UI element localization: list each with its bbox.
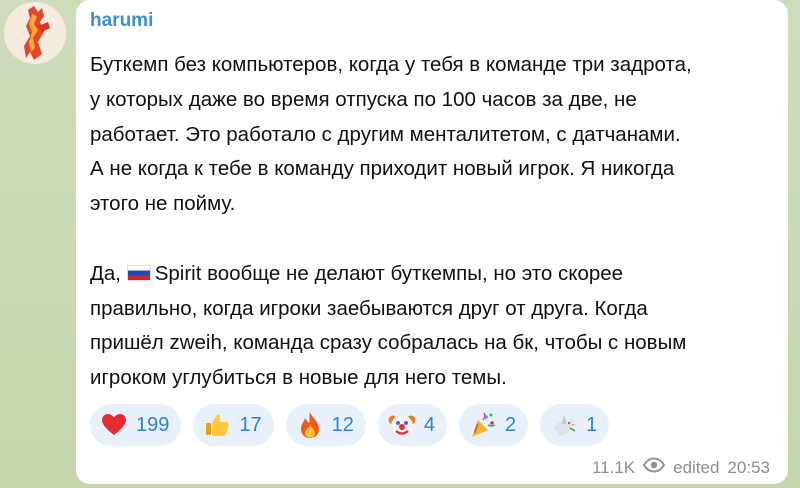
message-line: работает. Это работало с другим менталит… xyxy=(90,122,681,146)
reaction-count: 199 xyxy=(136,413,170,436)
message-meta: 11.1K edited 20:53 xyxy=(592,457,770,478)
sender-name[interactable]: harumi xyxy=(90,10,153,32)
message-line: у которых даже во время отпуска по 100 ч… xyxy=(90,87,637,111)
reaction-count: 2 xyxy=(505,413,517,436)
reaction-count: 1 xyxy=(586,413,598,436)
message-line-rest: Spirit вообще не делают буткемпы, но это… xyxy=(154,261,624,285)
reaction-party-popper[interactable]: 2 xyxy=(459,404,529,446)
reaction-fire[interactable]: 12 xyxy=(285,404,366,446)
eye-icon xyxy=(643,457,666,478)
message-line: Буткемп без компьютеров, когда у тебя в … xyxy=(90,53,692,76)
message-text: Буткемп без компьютеров, когда у тебя в … xyxy=(90,48,780,396)
avatar-image xyxy=(4,2,66,64)
message-line: правильно, когда игроки заебываются друг… xyxy=(90,296,648,320)
reaction-count: 12 xyxy=(331,413,354,436)
edited-label: edited xyxy=(673,457,720,477)
reaction-clown[interactable]: 4 xyxy=(377,404,447,446)
message-line: этого не пойму. xyxy=(90,192,236,216)
reaction-dove[interactable]: 1 xyxy=(540,404,610,446)
message-bubble[interactable]: harumi Буткемп без компьютеров, когда у … xyxy=(76,0,788,484)
message-line: А не когда к тебе в команду приходит нов… xyxy=(90,157,675,181)
reactions-bar: 199 17 12 4 2 1 xyxy=(90,404,610,446)
party-popper-icon xyxy=(469,411,497,439)
views-count: 11.1K xyxy=(591,457,636,477)
reaction-thumbs-up[interactable]: 17 xyxy=(193,404,274,446)
fire-icon xyxy=(296,411,324,439)
heart-icon xyxy=(100,411,128,439)
reaction-heart[interactable]: 199 xyxy=(90,404,182,446)
russia-flag-icon xyxy=(126,264,151,281)
avatar[interactable] xyxy=(4,2,66,64)
clown-icon xyxy=(388,411,416,439)
thumbs-up-icon xyxy=(203,411,231,439)
message-line-prefix: Да, xyxy=(90,261,121,285)
reaction-count: 4 xyxy=(423,413,435,436)
dove-icon xyxy=(550,411,578,439)
reaction-count: 17 xyxy=(239,413,262,436)
message-line: Да, Spirit вообще не делают буткемпы, но… xyxy=(90,257,780,292)
message-time: 20:53 xyxy=(727,457,770,477)
message-line: игроком углубиться в новые для него темы… xyxy=(90,366,507,390)
message-line: пришёл zweih, команда сразу собралась на… xyxy=(90,331,687,355)
chat-background: harumi Буткемп без компьютеров, когда у … xyxy=(0,0,800,488)
